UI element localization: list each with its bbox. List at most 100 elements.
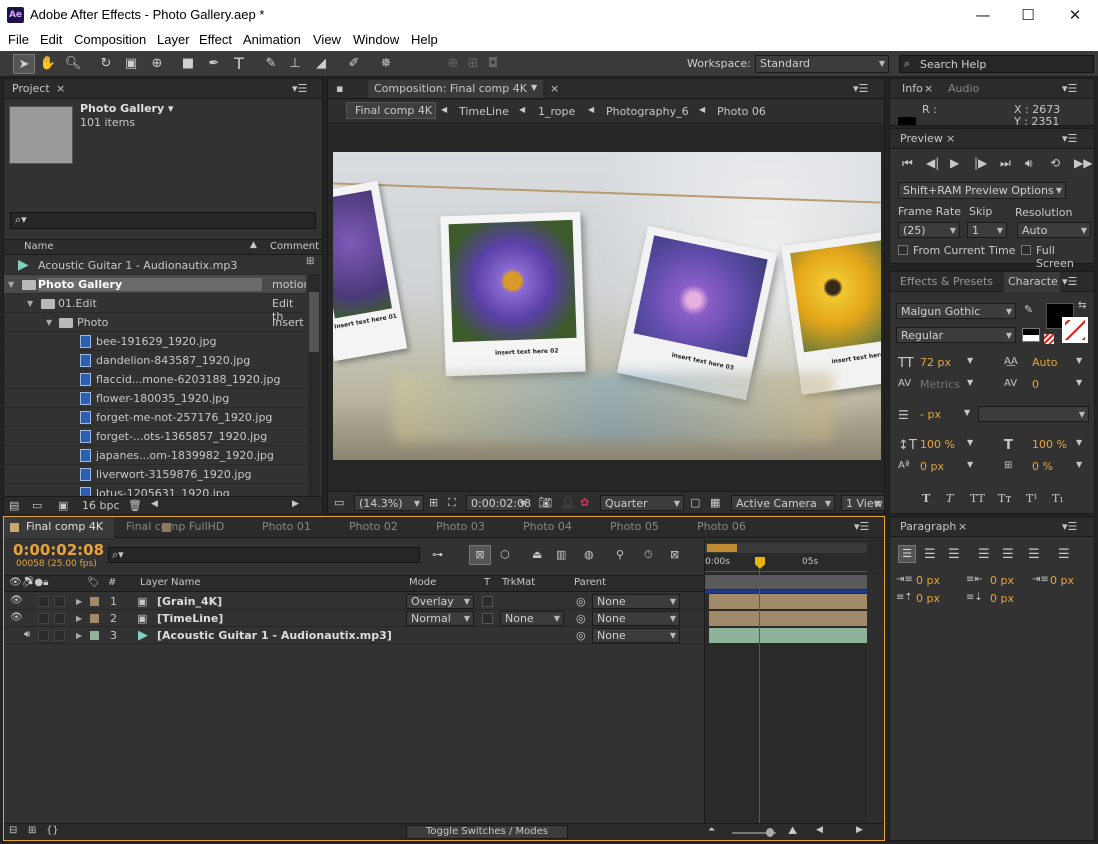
hand-tool-icon[interactable]: ✋	[37, 54, 59, 74]
column-layer-name[interactable]: Layer Name	[140, 577, 201, 588]
from-current-time-checkbox[interactable]	[898, 245, 908, 255]
zoom-slider[interactable]	[732, 828, 776, 837]
safe-margins-icon[interactable]: ⊞	[429, 496, 438, 509]
zoom-tool-icon[interactable]: 🔍︎	[62, 54, 84, 74]
last-frame-icon[interactable]: ⏭	[1000, 156, 1011, 171]
close-icon[interactable]: ×	[550, 82, 559, 95]
layer-label-color[interactable]	[90, 614, 99, 623]
parent-dropdown[interactable]: None	[592, 628, 680, 643]
breadcrumb-item[interactable]: TimeLine	[459, 105, 509, 118]
menu-animation[interactable]: Animation	[243, 32, 301, 47]
view-axis-icon[interactable]: ◘	[482, 54, 504, 74]
motion-blur-icon[interactable]: ◍	[584, 548, 594, 561]
preserve-transparency-checkbox[interactable]	[482, 613, 493, 624]
list-item[interactable]: forget-...ots-1365857_1920.jpg	[4, 427, 306, 446]
timeline-current-time[interactable]: 0:00:02:08	[13, 541, 104, 559]
zoom-out-icon[interactable]: ⏶	[708, 825, 715, 835]
list-item[interactable]: bee-191629_1920.jpg	[4, 332, 306, 351]
close-icon[interactable]: ×	[924, 82, 933, 95]
skip-dropdown[interactable]: 1	[967, 222, 1007, 238]
timeline-tab[interactable]: Photo 03	[436, 520, 485, 533]
space-before-value[interactable]: 0 px	[916, 592, 940, 605]
chevron-down-icon[interactable]: ▼	[1076, 438, 1082, 447]
workspace-dropdown[interactable]: Standard	[755, 55, 889, 73]
lock-toggle[interactable]	[54, 613, 65, 624]
scroll-left-icon[interactable]: ◀	[816, 825, 823, 835]
playhead-handle[interactable]	[755, 557, 765, 569]
view-layout-dropdown[interactable]: 1 View	[841, 495, 885, 511]
roto-brush-tool-icon[interactable]: ✐	[343, 54, 365, 74]
leading-value[interactable]: Auto	[1032, 356, 1058, 369]
audio-speaker-icon[interactable]: 🔊︎	[24, 629, 30, 640]
layer-mode-dropdown[interactable]: Normal	[406, 611, 474, 626]
chevron-down-icon[interactable]: ▼	[967, 378, 973, 387]
rotate-tool-icon[interactable]: ↻	[95, 54, 117, 74]
world-axis-icon[interactable]: ⊞	[462, 54, 484, 74]
magnification-dropdown[interactable]: (14.3%)	[354, 495, 424, 511]
close-icon[interactable]: ×	[958, 520, 967, 533]
show-snapshot-icon[interactable]: 👤︎	[561, 496, 575, 509]
layer-duration-bar[interactable]	[709, 594, 867, 609]
timeline-tab[interactable]: Photo 02	[349, 520, 398, 533]
resolution-dropdown[interactable]: Quarter	[600, 495, 684, 511]
timeline-track-area[interactable]: 0:00s 05s	[704, 539, 884, 839]
scrollbar-thumb[interactable]	[309, 292, 319, 352]
layer-name[interactable]: [Acoustic Guitar 1 - Audionautix.mp3]	[157, 629, 392, 642]
eraser-tool-icon[interactable]: ◢	[310, 54, 332, 74]
menu-help[interactable]: Help	[411, 32, 438, 47]
brush-tool-icon[interactable]: ✎	[260, 54, 282, 74]
toggle-switches-modes-button[interactable]: Toggle Switches / Modes	[406, 825, 568, 839]
justify-left-icon[interactable]: ☰	[978, 547, 990, 562]
list-item[interactable]: ▼ 01.Edit Edit th	[4, 294, 306, 323]
project-search-input[interactable]: ⌕▾	[10, 212, 316, 229]
chevron-down-icon[interactable]: ▼	[531, 83, 537, 92]
baseline-shift-value[interactable]: 0 px	[920, 460, 944, 473]
default-colors-icon[interactable]	[1022, 328, 1040, 342]
mute-audio-icon[interactable]: 🔊︎	[1025, 156, 1033, 171]
lock-icon[interactable]: ▪	[336, 82, 343, 95]
region-of-interest-icon[interactable]: ▢	[690, 496, 700, 509]
current-time-field[interactable]: 0:00:02:08	[466, 495, 531, 511]
lock-toggle[interactable]	[54, 596, 65, 607]
menu-edit[interactable]: Edit	[40, 32, 62, 47]
type-tool-icon[interactable]: T	[228, 54, 250, 74]
cube-icon[interactable]: ⬡	[500, 548, 510, 561]
composition-tab[interactable]: Composition: Final comp 4K ▼	[368, 80, 543, 98]
align-right-icon[interactable]: ☰	[948, 547, 960, 562]
info-tab[interactable]: Info	[902, 82, 923, 95]
menu-effect[interactable]: Effect	[199, 32, 232, 47]
panel-menu-icon[interactable]: ▾☰	[1062, 520, 1077, 533]
expand-layer-icon[interactable]: ▶	[76, 597, 82, 606]
align-left-icon[interactable]: ☰	[898, 545, 916, 563]
eyedropper-icon[interactable]: ✎	[1024, 303, 1033, 316]
menu-file[interactable]: File	[8, 32, 29, 47]
list-item[interactable]: flaccid...mone-6203188_1920.jpg	[4, 370, 306, 389]
justify-all-icon[interactable]: ☰	[1058, 547, 1070, 562]
align-center-icon[interactable]: ☰	[924, 547, 936, 562]
project-scrollbar[interactable]	[308, 274, 320, 496]
selection-tool-icon[interactable]: ➤	[13, 54, 35, 74]
chevron-down-icon[interactable]: ▼	[964, 408, 970, 417]
composition-viewer[interactable]: insert text here 01 insert text here 02 …	[333, 152, 881, 460]
preview-resolution-dropdown[interactable]: Auto	[1017, 222, 1091, 238]
frame-blending-icon[interactable]: ▥	[556, 548, 566, 561]
close-icon[interactable]: ×	[56, 82, 65, 95]
scroll-right-icon[interactable]: ▶	[856, 825, 863, 835]
chevron-down-icon[interactable]: ▼	[967, 438, 973, 447]
layer-mode-dropdown[interactable]: Overlay	[406, 594, 474, 609]
expand-icon[interactable]: ▼	[27, 299, 33, 308]
parent-dropdown[interactable]: None	[592, 611, 680, 626]
color-channels-icon[interactable]: ✿	[580, 496, 589, 509]
audio-tab[interactable]: Audio	[948, 82, 979, 95]
chevron-down-icon[interactable]: ▼	[1076, 356, 1082, 365]
layer-name[interactable]: [TimeLine]	[157, 612, 223, 625]
column-name[interactable]: Name	[24, 241, 54, 252]
play-icon[interactable]: ▶	[950, 156, 959, 170]
timeline-tab[interactable]: Photo 05	[610, 520, 659, 533]
vertical-scale-value[interactable]: 100 %	[920, 438, 955, 451]
work-area-bar[interactable]	[705, 575, 867, 589]
pick-whip-icon[interactable]: ◎	[576, 612, 586, 625]
solo-toggle[interactable]	[38, 630, 49, 641]
first-frame-icon[interactable]: ⏮	[902, 156, 913, 171]
flowchart-icon[interactable]: ⊞	[306, 256, 314, 267]
